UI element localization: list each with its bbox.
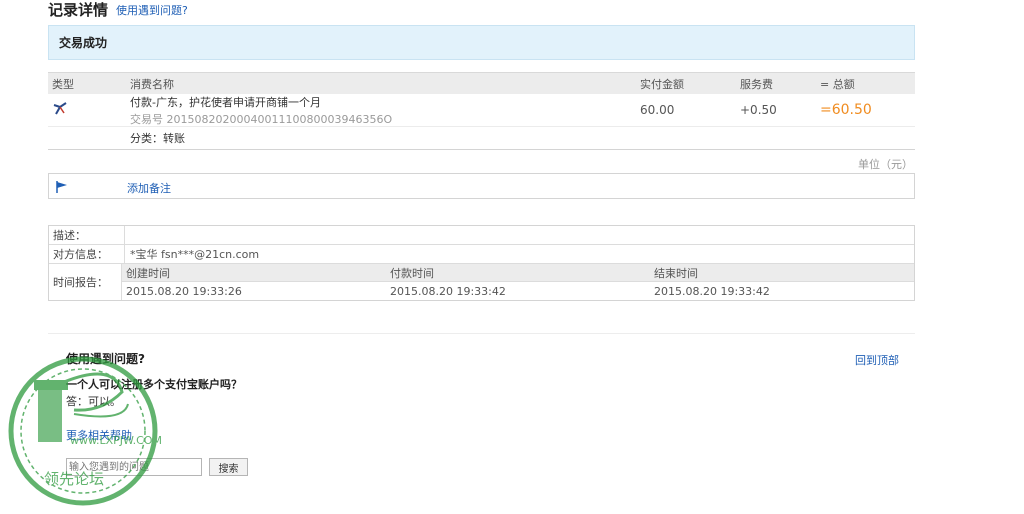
transaction-title: 付款-广东，护花使者申请开商铺一个月 [130, 95, 321, 109]
created-time-header: 创建时间 [126, 266, 170, 280]
time-value-row: 2015.08.20 19:33:26 2015.08.20 19:33:42 … [122, 282, 914, 300]
flag-icon [56, 181, 67, 193]
add-note-link[interactable]: 添加备注 [127, 180, 171, 196]
help-search-input[interactable] [66, 458, 202, 476]
more-help-link[interactable]: 更多相关帮助 [66, 427, 132, 443]
col-fee: 服务费 [740, 77, 773, 91]
page-header: 记录详情 使用遇到问题? [48, 0, 188, 20]
col-total: = 总额 [820, 77, 855, 91]
record-table: 类型 消费名称 实付金额 服务费 = 总额 付款-广东，护花使者申请开商铺一个月… [48, 72, 915, 150]
created-time-value: 2015.08.20 19:33:26 [126, 284, 242, 298]
help-link[interactable]: 使用遇到问题? [116, 2, 188, 18]
finished-time-value: 2015.08.20 19:33:42 [654, 284, 770, 298]
section-divider [48, 333, 915, 334]
faq-title: 使用遇到问题? [66, 352, 145, 366]
col-amount: 实付金额 [640, 77, 684, 91]
time-header-row: 创建时间 付款时间 结束时间 [122, 264, 914, 282]
paid-time-header: 付款时间 [390, 266, 434, 280]
detail-table: 描述： 对方信息： *宝华 fsn***@21cn.com 时间报告： 创建时间… [48, 225, 915, 301]
party-label: 对方信息： [49, 245, 125, 263]
detail-row-time: 时间报告： 创建时间 付款时间 结束时间 2015.08.20 19:33:26… [49, 264, 914, 300]
party-value: *宝华 fsn***@21cn.com [130, 248, 260, 261]
col-type: 类型 [52, 77, 74, 91]
status-text: 交易成功 [59, 36, 108, 50]
unit-note: 单位（元） [858, 158, 913, 171]
total-value: =60.50 [820, 102, 872, 118]
search-button[interactable]: 搜索 [209, 458, 248, 476]
status-banner: 交易成功 [48, 25, 915, 60]
transaction-number: 交易号 2015082020004001110080003946356O [130, 112, 393, 126]
page-title: 记录详情 [48, 1, 109, 19]
category-text: 分类：转账 [130, 132, 185, 145]
fee-value: +0.50 [740, 103, 777, 117]
back-to-top-link[interactable]: 回到顶部 [855, 352, 899, 368]
transfer-icon [53, 101, 67, 114]
finished-time-header: 结束时间 [654, 266, 698, 280]
description-value [125, 226, 914, 244]
note-box: 添加备注 [48, 173, 915, 199]
record-table-header: 类型 消费名称 实付金额 服务费 = 总额 [48, 72, 915, 94]
detail-row-description: 描述： [49, 226, 914, 245]
paid-time-value: 2015.08.20 19:33:42 [390, 284, 506, 298]
table-row: 付款-广东，护花使者申请开商铺一个月 交易号 20150820200040011… [48, 94, 915, 127]
faq-answer: 答：可以。 [66, 395, 121, 408]
detail-row-party: 对方信息： *宝华 fsn***@21cn.com [49, 245, 914, 264]
description-label: 描述： [49, 226, 125, 244]
col-name: 消费名称 [130, 77, 174, 91]
amount-value: 60.00 [640, 103, 675, 117]
category-row: 分类：转账 [48, 127, 915, 149]
faq-question[interactable]: 一个人可以注册多个支付宝账户吗？ [66, 376, 242, 392]
time-label: 时间报告： [49, 264, 122, 300]
